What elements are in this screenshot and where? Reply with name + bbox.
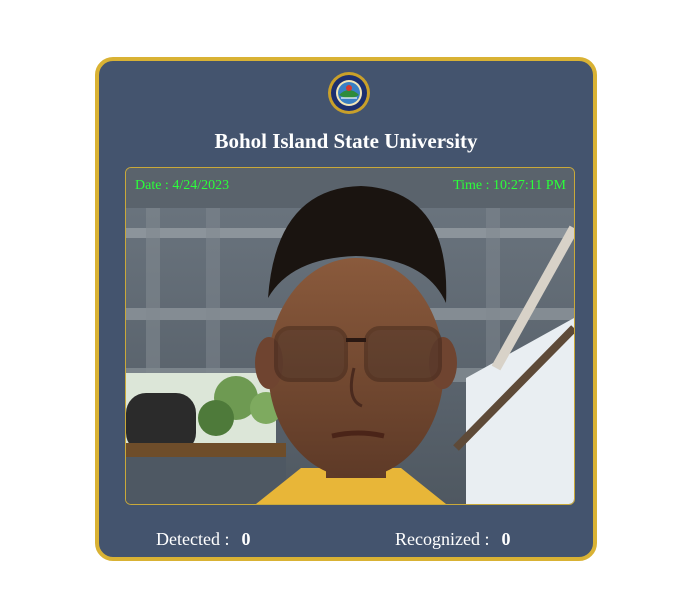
recognized-stat: Recognized : 0	[395, 529, 510, 550]
date-overlay: Date : 4/24/2023	[135, 178, 230, 193]
detected-label: Detected :	[156, 529, 230, 549]
time-overlay: Time : 10:27:11 PM	[453, 178, 566, 193]
recognized-label: Recognized :	[395, 529, 490, 549]
attendance-panel: Bohol Island State University Date: 4/2…	[95, 57, 597, 561]
detected-stat: Detected : 0	[156, 529, 250, 550]
detected-count: 0	[241, 529, 251, 549]
university-seal-icon	[328, 72, 370, 114]
camera-feed: Date : 4/24/2023 Time : 10:27:11 PM	[125, 167, 575, 505]
page-title: Bohol Island State University	[214, 129, 478, 153]
camera-image	[126, 168, 574, 504]
recognized-count: 0	[501, 529, 511, 549]
